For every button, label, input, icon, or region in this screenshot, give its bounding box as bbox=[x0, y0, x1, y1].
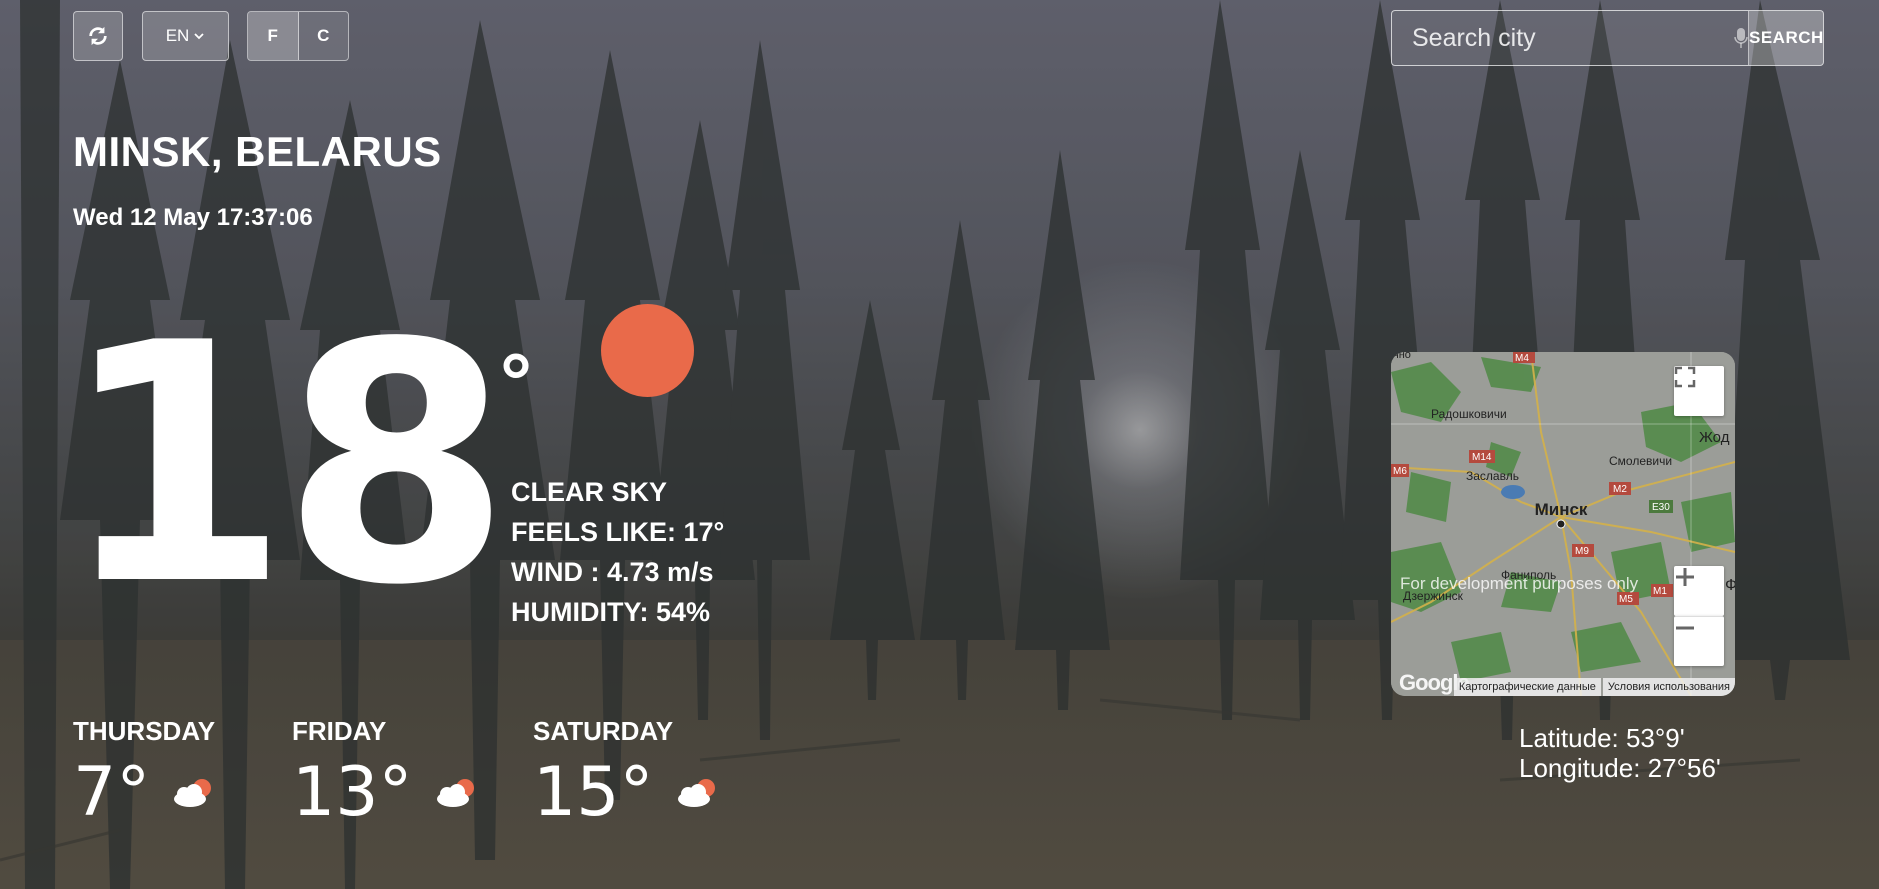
minus-icon bbox=[1676, 626, 1694, 630]
search-button[interactable]: SEARCH bbox=[1748, 11, 1823, 65]
map-zoom-out-button[interactable] bbox=[1674, 616, 1724, 666]
degree-symbol: ° bbox=[500, 337, 532, 426]
forecast-day-name: FRIDAY bbox=[292, 716, 387, 746]
road-label: M4 bbox=[1515, 353, 1529, 364]
sun-icon bbox=[601, 304, 694, 397]
map-dev-notice: For development purposes only bbox=[1400, 574, 1639, 593]
refresh-icon bbox=[89, 26, 107, 46]
location-map[interactable]: Минск Радошковичи Заславль Смолевичи Фан… bbox=[1391, 352, 1735, 696]
map-label-top: чно bbox=[1393, 352, 1411, 361]
partly-cloudy-icon bbox=[174, 779, 212, 807]
forecast-day: SATURDAY 15° bbox=[533, 716, 720, 827]
search-input[interactable] bbox=[1392, 11, 1734, 65]
plus-icon bbox=[1676, 568, 1694, 586]
unit-toggle: F C bbox=[247, 11, 349, 61]
map-label-zhodino: Жод bbox=[1699, 429, 1730, 446]
search-box: SEARCH bbox=[1391, 10, 1824, 66]
map-terms-link[interactable]: Условия использования bbox=[1602, 678, 1735, 696]
wind-speed: WIND : 4.73 m/s bbox=[511, 557, 714, 587]
forecast-day: FRIDAY 13° bbox=[292, 716, 479, 827]
forecast-day-name: SATURDAY bbox=[533, 716, 674, 746]
longitude: Longitude: 27°56' bbox=[1519, 753, 1721, 783]
map-fullscreen-button[interactable] bbox=[1674, 366, 1724, 416]
forecast-day: THURSDAY 7° bbox=[73, 716, 216, 827]
voice-search-button[interactable] bbox=[1734, 11, 1748, 65]
map-label-smolevichi: Смолевичи bbox=[1609, 454, 1672, 468]
forecast-day-name: THURSDAY bbox=[73, 716, 216, 746]
map-data-link[interactable]: Картографические данные bbox=[1453, 678, 1601, 696]
language-select[interactable]: EN bbox=[142, 11, 229, 61]
road-label: M2 bbox=[1613, 484, 1627, 495]
road-label: M5 bbox=[1619, 594, 1633, 605]
map-label-radoshkovichi: Радошковичи bbox=[1431, 407, 1507, 421]
weather-condition: CLEAR SKY bbox=[511, 477, 668, 507]
road-label: E30 bbox=[1652, 502, 1670, 513]
map-label-zaslavl: Заславль bbox=[1466, 469, 1519, 483]
celsius-button[interactable]: C bbox=[298, 12, 348, 60]
humidity: HUMIDITY: 54% bbox=[511, 597, 711, 627]
city-title: MINSK, BELARUS bbox=[73, 128, 442, 175]
current-datetime: Wed 12 May 17:37:06 bbox=[73, 204, 313, 231]
partly-cloudy-icon bbox=[677, 779, 715, 807]
current-temperature: 18 bbox=[60, 273, 511, 657]
feels-like: FEELS LIKE: 17° bbox=[511, 517, 725, 547]
forecast-temp: 13° bbox=[292, 753, 413, 832]
road-label: M9 bbox=[1575, 546, 1589, 557]
fullscreen-icon bbox=[1674, 366, 1696, 388]
road-label: M14 bbox=[1472, 452, 1492, 463]
microphone-icon bbox=[1734, 28, 1748, 48]
fahrenheit-button[interactable]: F bbox=[248, 12, 299, 60]
map-zoom-in-button[interactable] bbox=[1674, 566, 1724, 616]
road-label: M6 bbox=[1393, 466, 1407, 477]
map-footer: Картографические данные Условия использо… bbox=[1391, 678, 1735, 696]
refresh-background-button[interactable] bbox=[73, 11, 123, 61]
partly-cloudy-icon bbox=[436, 779, 474, 807]
language-label: EN bbox=[165, 26, 190, 45]
forecast-temp: 7° bbox=[73, 753, 151, 832]
road-label: M1 bbox=[1653, 586, 1667, 597]
map-label-right: Ф bbox=[1725, 577, 1735, 594]
forecast-temp: 15° bbox=[533, 753, 654, 832]
latitude: Latitude: 53°9' bbox=[1519, 723, 1685, 753]
chevron-down-icon bbox=[194, 33, 204, 40]
map-label-minsk: Минск bbox=[1535, 500, 1588, 519]
